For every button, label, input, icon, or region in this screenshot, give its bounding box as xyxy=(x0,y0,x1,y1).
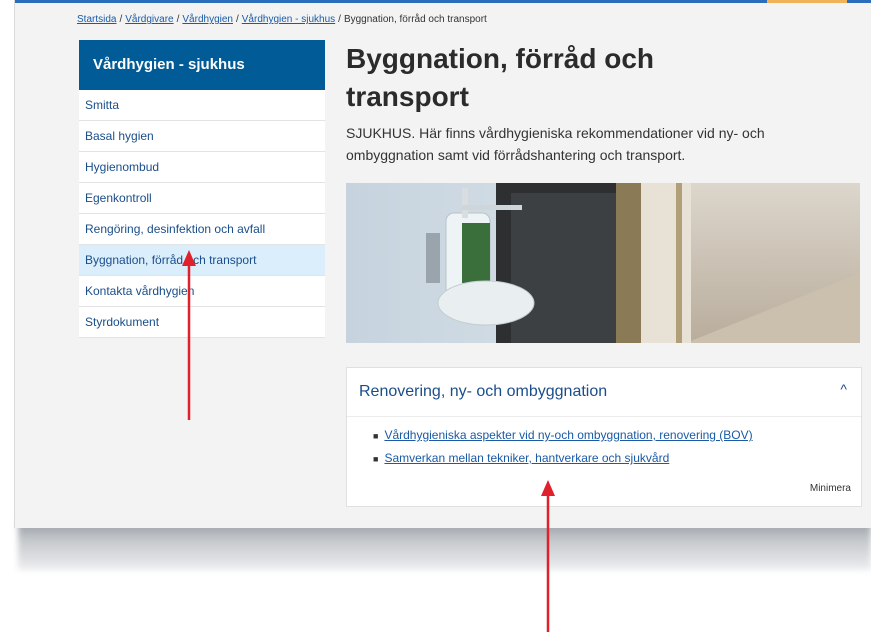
sidebar-item-styrdokument[interactable]: Styrdokument xyxy=(79,307,325,338)
lead-text-line: ombyggnation samt vid förrådshantering o… xyxy=(346,147,686,163)
sidebar-item-byggnation[interactable]: Byggnation, förråd och transport xyxy=(79,245,325,276)
hero-photo xyxy=(346,183,860,343)
breadcrumb-vardgivare[interactable]: Vårdgivare xyxy=(125,14,173,25)
page-screenshot: Startsida / Vårdgivare / Vårdhygien / Vårdhygi… xyxy=(14,0,871,528)
breadcrumb-separator: / xyxy=(235,14,239,25)
lead-text-line: SJUKHUS. Här finns vårdhygieniska rekomm… xyxy=(346,125,765,141)
sidebar-item-kontakta[interactable]: Kontakta vårdhygien xyxy=(79,276,325,307)
link-vardhygieniska-aspekter[interactable]: Vårdhygieniska aspekter vid ny-och ombyg… xyxy=(384,428,752,442)
breadcrumb: Startsida / Vårdgivare / Vårdhygien / Vårdhygi… xyxy=(77,14,487,25)
breadcrumb-current: Byggnation, förråd och transport xyxy=(343,14,487,25)
screenshot-shadow xyxy=(18,522,871,570)
bullet-icon: ■ xyxy=(373,431,379,441)
sidebar-item-basal-hygien[interactable]: Basal hygien xyxy=(79,121,325,152)
breadcrumb-separator: / xyxy=(176,14,180,25)
minimize-button[interactable]: Minimera xyxy=(810,483,851,494)
sidebar-item-egenkontroll[interactable]: Egenkontroll xyxy=(79,183,325,214)
accordion-link-list: ■ Vårdhygieniska aspekter vid ny-och omby… xyxy=(373,424,753,470)
sidebar-item-smitta[interactable]: Smitta xyxy=(79,90,325,121)
bullet-icon: ■ xyxy=(373,454,379,464)
lead-text: SJUKHUS. Här finns vårdhygieniska rekomm… xyxy=(346,122,856,166)
breadcrumb-startsida[interactable]: Startsida xyxy=(77,14,116,25)
breadcrumb-separator: / xyxy=(338,14,341,25)
sidebar-title[interactable]: Vårdhygien - sjukhus xyxy=(79,40,325,90)
page-title: Byggnation, förråd och transport xyxy=(346,40,846,116)
accordion-panel: Renovering, ny- och ombyggnation ^ ■ Vård… xyxy=(346,367,862,507)
sidebar-item-hygienombud[interactable]: Hygienombud xyxy=(79,152,325,183)
header-accent xyxy=(767,0,847,3)
hero-image xyxy=(346,183,860,343)
page-title-line: transport xyxy=(346,81,469,112)
page-title-line: Byggnation, förråd och xyxy=(346,43,654,74)
breadcrumb-separator: / xyxy=(119,14,123,25)
header-bar xyxy=(15,0,871,3)
divider xyxy=(347,416,861,417)
breadcrumb-vardhygien-sjukhus[interactable]: Vårdhygien - sjukhus xyxy=(242,14,335,25)
chevron-up-icon[interactable]: ^ xyxy=(840,381,847,397)
breadcrumb-vardhygien[interactable]: Vårdhygien xyxy=(182,14,233,25)
list-item: ■ Samverkan mellan tekniker, hantverkare … xyxy=(373,447,753,470)
list-item: ■ Vårdhygieniska aspekter vid ny-och omby… xyxy=(373,424,753,447)
link-samverkan[interactable]: Samverkan mellan tekniker, hantverkare o… xyxy=(384,451,669,465)
accordion-title[interactable]: Renovering, ny- och ombyggnation xyxy=(359,383,607,401)
sidebar-item-rengoring[interactable]: Rengöring, desinfektion och avfall xyxy=(79,214,325,245)
sidebar-nav: Vårdhygien - sjukhus Smitta Basal hygien… xyxy=(79,40,325,338)
